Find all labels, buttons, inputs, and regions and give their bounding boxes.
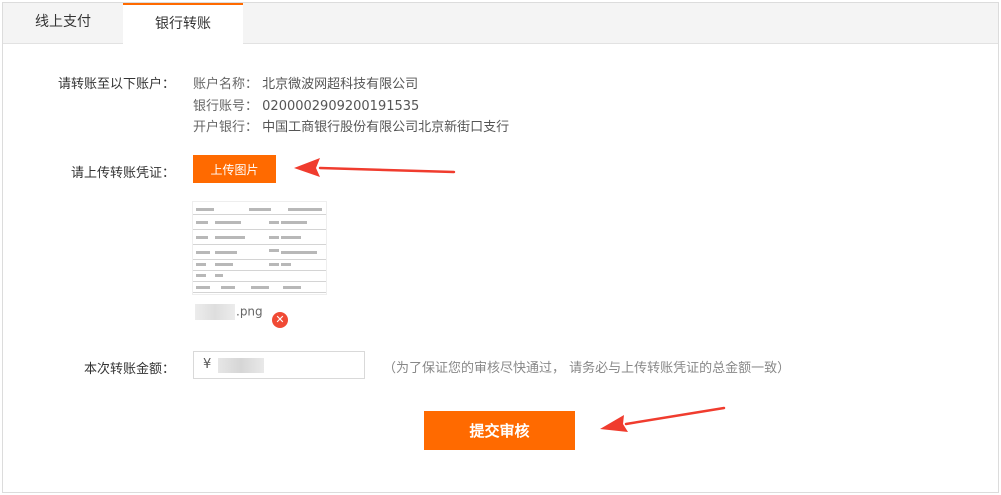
- account-bank-key: 开户银行：: [193, 120, 259, 135]
- thumb-text: [196, 236, 208, 239]
- thumb-text: [215, 251, 237, 254]
- thumb-text: [249, 208, 271, 211]
- arrow-to-upload-icon: [294, 158, 456, 177]
- thumb-text: [281, 236, 301, 239]
- account-number-line: 银行账号： 0200002909200191535: [193, 95, 419, 114]
- amount-field[interactable]: ¥: [193, 351, 365, 379]
- thumb-text: [196, 263, 206, 266]
- thumb-rule: [193, 229, 326, 230]
- thumb-rule: [193, 214, 326, 215]
- account-number-value: 0200002909200191535: [262, 99, 420, 114]
- upload-image-button[interactable]: 上传图片: [193, 155, 276, 183]
- thumb-rule: [193, 292, 326, 293]
- thumb-text: [196, 221, 208, 224]
- remove-file-button[interactable]: ✕: [272, 312, 288, 328]
- thumb-text: [269, 263, 279, 266]
- submit-review-button[interactable]: 提交审核: [424, 411, 575, 450]
- thumb-text: [283, 286, 301, 289]
- amount-input[interactable]: [218, 355, 358, 375]
- account-number-key: 银行账号：: [193, 99, 259, 114]
- thumb-text: [288, 208, 322, 211]
- tab-bank-transfer[interactable]: 银行转账: [123, 3, 243, 44]
- close-icon: ✕: [275, 313, 285, 326]
- arrow-to-submit-icon: [600, 406, 726, 432]
- file-extension: .png: [236, 304, 263, 319]
- thumb-text: [196, 208, 214, 211]
- uploaded-receipt-thumbnail[interactable]: [192, 201, 327, 295]
- account-bank-value: 中国工商银行股份有限公司北京新街口支行: [262, 120, 510, 135]
- thumb-text: [281, 263, 291, 266]
- thumb-rule: [193, 259, 326, 260]
- thumb-rule: [193, 244, 326, 245]
- amount-hint: （为了保证您的审核尽快通过， 请务必与上传转账凭证的总金额一致）: [383, 361, 791, 376]
- thumb-rule: [193, 270, 326, 271]
- thumb-text: [196, 251, 210, 254]
- thumb-text: [281, 251, 317, 254]
- payment-tabbar: 线上支付 银行转账: [3, 3, 998, 44]
- thumb-text: [269, 221, 279, 224]
- tab-online-payment[interactable]: 线上支付: [3, 3, 123, 43]
- thumb-text: [269, 249, 279, 252]
- thumb-text: [251, 286, 269, 289]
- thumb-text: [215, 221, 241, 224]
- account-name-key: 账户名称：: [193, 77, 259, 92]
- thumb-text: [281, 221, 307, 224]
- thumb-text: [196, 274, 206, 277]
- account-name-value: 北京微波网超科技有限公司: [262, 77, 419, 92]
- thumb-text: [215, 274, 223, 277]
- currency-symbol: ¥: [203, 357, 212, 372]
- thumb-text: [215, 263, 233, 266]
- upload-label: 请上传转账凭证：: [70, 166, 175, 181]
- thumb-text: [196, 286, 210, 289]
- thumb-text: [215, 236, 245, 239]
- account-name-line: 账户名称： 北京微波网超科技有限公司: [193, 73, 418, 92]
- amount-label: 本次转账金额：: [83, 362, 175, 377]
- thumb-rule: [193, 281, 326, 282]
- uploaded-file-name: .png: [195, 304, 263, 320]
- account-section-label: 请转账至以下账户：: [57, 77, 175, 92]
- file-name-redacted: [195, 304, 235, 320]
- account-bank-line: 开户银行： 中国工商银行股份有限公司北京新街口支行: [193, 116, 509, 135]
- thumb-text: [269, 236, 279, 239]
- thumb-text: [221, 286, 235, 289]
